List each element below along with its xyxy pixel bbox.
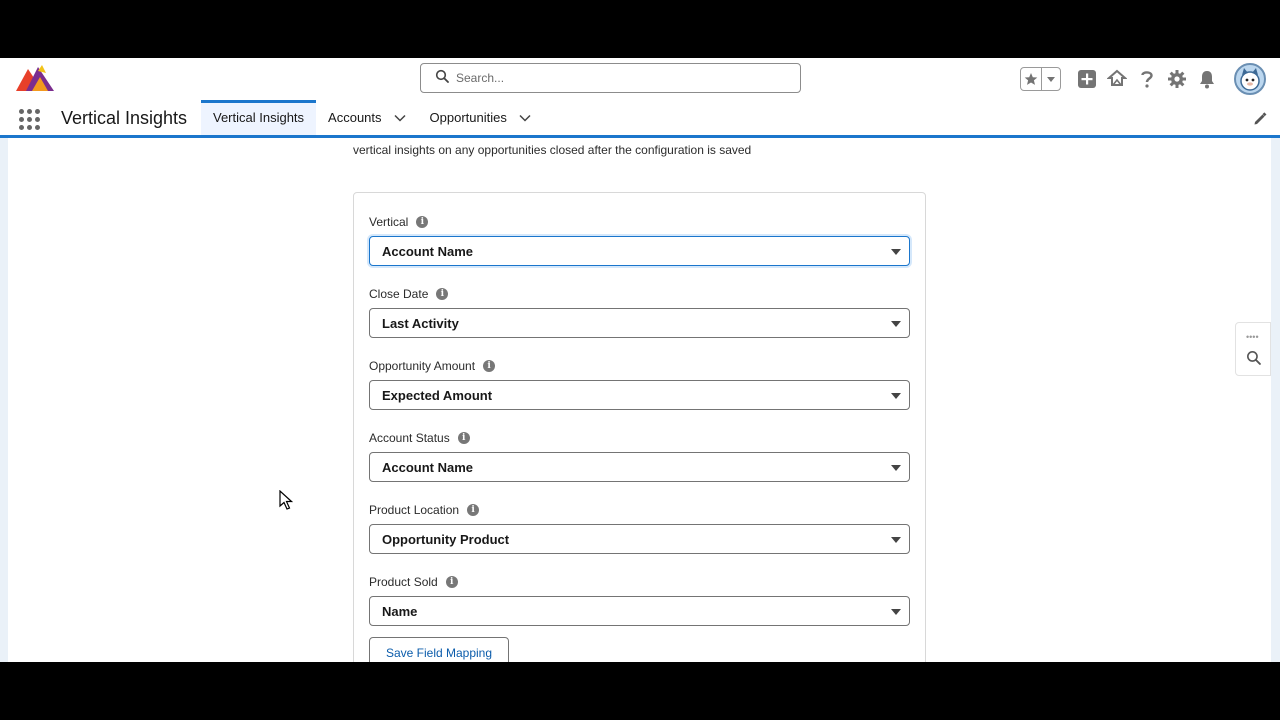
field-vertical: Vertical i Account Name [369,214,910,266]
field-mapping-form: Vertical i Account Name Close Date i Last … [353,192,926,662]
edit-nav-pencil-icon[interactable] [1253,112,1267,126]
dropdown-arrow-icon [891,393,901,399]
letterbox-bottom [0,662,1280,720]
favorites-group [1020,67,1061,91]
tab-accounts[interactable]: Accounts [316,100,417,135]
nav-tabs: Vertical Insights Accounts Opportunities [201,100,543,135]
tab-vertical-insights[interactable]: Vertical Insights [201,100,317,135]
search-input[interactable] [456,71,756,85]
field-label-text: Product Sold [369,575,438,589]
info-icon[interactable]: i [445,576,458,588]
select-value: Account Name [382,243,474,259]
header-utility-icons [1020,63,1266,95]
info-icon[interactable]: i [457,432,470,444]
info-icon[interactable]: i [483,360,496,372]
field-label: Close Date i [369,286,910,302]
dropdown-arrow-icon [891,321,901,327]
field-product-location: Product Location i Opportunity Product [369,502,910,554]
utility-side-panel[interactable]: •••• [1235,322,1271,376]
select-value: Expected Amount [382,387,493,403]
global-add-icon[interactable] [1076,68,1098,90]
dropdown-arrow-icon [891,537,901,543]
info-icon[interactable]: i [467,504,480,516]
tab-opportunities[interactable]: Opportunities [418,100,543,135]
product-location-select[interactable]: Opportunity Product [369,524,910,554]
tab-label: Vertical Insights [213,110,305,125]
field-label: Account Status i [369,430,910,446]
field-label-text: Close Date [369,287,429,301]
close-date-select[interactable]: Last Activity [369,308,910,338]
dropdown-arrow-icon [891,249,901,255]
dropdown-arrow-icon [891,465,901,471]
app-launcher-icon[interactable] [19,109,40,130]
app-name: Vertical Insights [61,108,188,128]
mouse-cursor-icon [279,489,294,515]
global-search-box[interactable] [420,63,801,93]
trailhead-icon[interactable] [1106,68,1128,90]
field-label-text: Product Location [369,503,460,517]
product-sold-select[interactable]: Name [369,596,910,626]
search-icon [435,69,449,88]
save-field-mapping-button[interactable]: Save Field Mapping [369,637,509,662]
field-label-text: Opportunity Amount [369,359,476,373]
field-opportunity-amount: Opportunity Amount i Expected Amount [369,358,910,410]
drag-handle-icon[interactable]: •••• [1246,332,1259,342]
select-value: Account Name [382,459,474,475]
field-label: Product Location i [369,502,910,518]
favorites-star-icon[interactable] [1021,68,1042,90]
tab-label: Opportunities [429,110,507,125]
info-icon[interactable]: i [436,288,449,300]
search-icon[interactable] [1246,350,1261,370]
field-label: Product Sold i [369,574,910,590]
vertical-select[interactable]: Account Name [369,236,910,266]
favorites-list-icon[interactable] [1042,68,1060,90]
field-account-status: Account Status i Account Name [369,430,910,482]
global-header [0,58,1280,100]
field-product-sold: Product Sold i Name [369,574,910,626]
select-value: Last Activity [382,315,459,331]
info-icon[interactable]: i [416,216,429,228]
intro-text: vertical insights on any opportunities c… [353,143,752,157]
help-icon[interactable] [1136,68,1158,90]
notifications-bell-icon[interactable] [1196,68,1218,90]
field-close-date: Close Date i Last Activity [369,286,910,338]
field-label: Opportunity Amount i [369,358,910,374]
select-value: Name [382,603,418,619]
dropdown-arrow-icon [891,609,901,615]
chevron-down-icon[interactable] [519,114,531,122]
field-label-text: Vertical [369,215,409,229]
app-window: Vertical Insights Vertical Insights Acco… [0,58,1280,662]
opportunity-amount-select[interactable]: Expected Amount [369,380,910,410]
tab-label: Accounts [328,110,382,125]
company-logo[interactable] [14,63,56,93]
user-avatar[interactable] [1234,63,1266,95]
field-label-text: Account Status [369,431,450,445]
app-navigation-bar: Vertical Insights Vertical Insights Acco… [0,100,1280,138]
field-label: Vertical i [369,214,910,230]
select-value: Opportunity Product [382,531,510,547]
account-status-select[interactable]: Account Name [369,452,910,482]
letterbox-top [0,0,1280,58]
setup-gear-icon[interactable] [1166,68,1188,90]
chevron-down-icon[interactable] [394,114,406,122]
